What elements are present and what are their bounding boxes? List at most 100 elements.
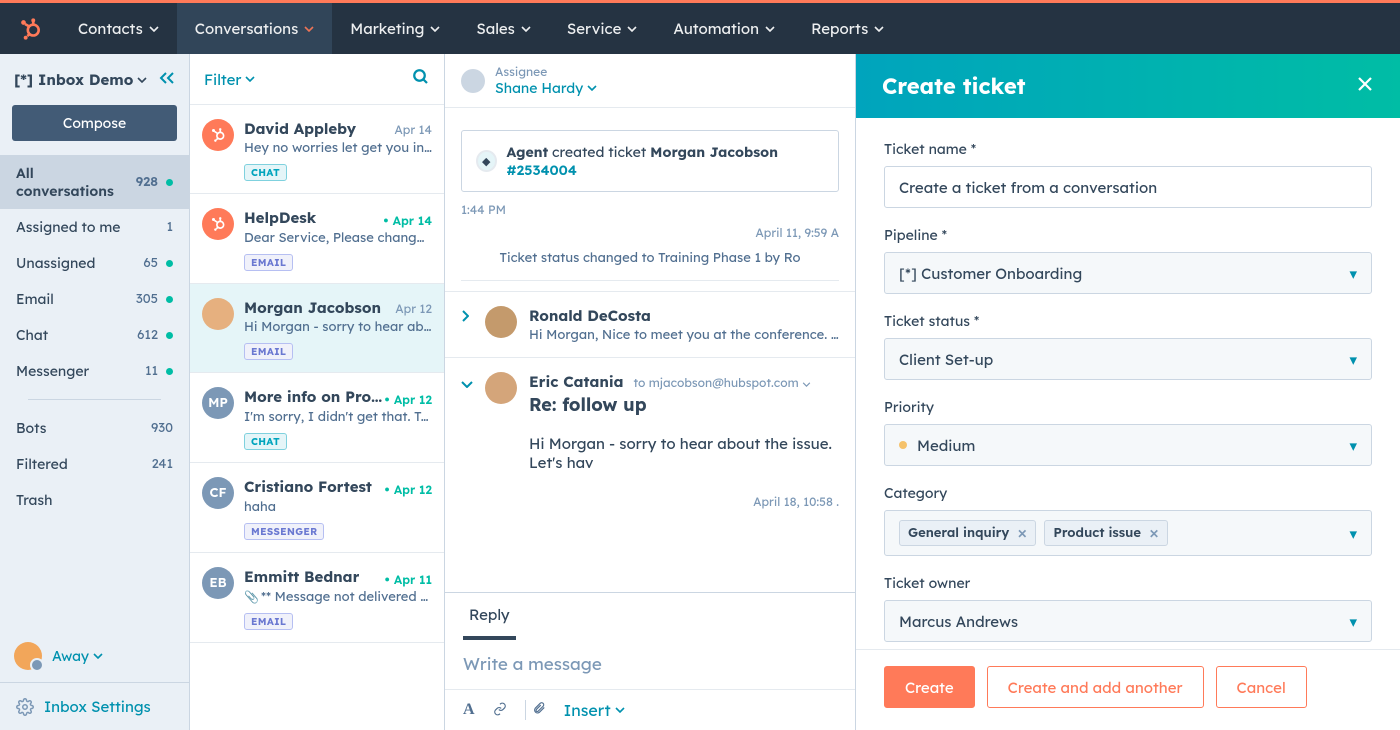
conversation-preview: Hey no worries let get you in cont…: [244, 140, 432, 156]
category-select[interactable]: General inquiry✕Product issue✕ ▾: [884, 510, 1372, 556]
remove-tag-icon[interactable]: ✕: [1017, 526, 1027, 541]
sidebar-item-assigned-to-me[interactable]: Assigned to me1: [0, 209, 189, 245]
nav-sales[interactable]: Sales: [458, 3, 548, 54]
attachment-icon[interactable]: [532, 700, 546, 720]
nav-service[interactable]: Service: [549, 3, 656, 54]
conversation-date: Apr 12: [384, 392, 432, 407]
pipeline-select[interactable]: [*] Customer Onboarding▾: [884, 252, 1372, 294]
status-label: Ticket status *: [884, 312, 1372, 330]
conversation-item[interactable]: HelpDesk Apr 14 Dear Service, Please cha…: [190, 194, 444, 284]
conversation-preview: Hi Morgan - sorry to hear about th…: [244, 319, 432, 335]
status-select[interactable]: Client Set-up▾: [884, 338, 1372, 380]
sender-avatar: [485, 372, 517, 404]
collapse-sidebar-icon[interactable]: [159, 70, 175, 89]
toolbar-divider: [525, 700, 526, 720]
sidebar-item-messenger[interactable]: Messenger 11: [0, 353, 189, 389]
sidebar-item-filtered[interactable]: Filtered241: [0, 446, 189, 482]
message-body: Hi Morgan - sorry to hear about the issu…: [529, 434, 839, 472]
compose-button[interactable]: Compose: [12, 105, 177, 141]
sender-name: Ronald DeCosta: [529, 306, 839, 325]
date-separator: April 18, 10:58 .: [461, 494, 839, 509]
ticket-link[interactable]: #2534004: [507, 161, 577, 179]
folder-count: 305: [136, 291, 158, 307]
folder-label: Trash: [16, 491, 52, 509]
cancel-button[interactable]: Cancel: [1216, 666, 1307, 708]
nav-contacts[interactable]: Contacts: [60, 3, 177, 54]
chevron-down-icon[interactable]: [461, 372, 475, 472]
attachment-icon: 📎: [244, 589, 259, 604]
channel-badge: CHAT: [244, 433, 287, 450]
inbox-settings-link[interactable]: Inbox Settings: [0, 682, 189, 730]
conversation-item[interactable]: EB Emmitt Bednar Apr 11 📎** Message not …: [190, 553, 444, 643]
create-and-add-button[interactable]: Create and add another: [987, 666, 1204, 708]
conversation-name: HelpDesk: [244, 208, 316, 227]
conversation-avatar: [202, 298, 234, 330]
tab-reply[interactable]: Reply: [463, 593, 516, 640]
filter-label: Filter: [204, 70, 241, 89]
message-snippet: Hi Morgan, Nice to meet you at the confe…: [529, 327, 839, 343]
sidebar-item-email[interactable]: Email 305: [0, 281, 189, 317]
folder-label: Filtered: [16, 455, 68, 473]
conversation-name: Emmitt Bednar: [244, 567, 359, 586]
priority-select[interactable]: Medium▾: [884, 424, 1372, 466]
recipient[interactable]: to mjacobson@hubspot.com: [633, 375, 811, 390]
agent-label: Agent: [507, 143, 549, 161]
assignee-label: Assignee: [495, 64, 597, 79]
remove-tag-icon[interactable]: ✕: [1149, 526, 1159, 541]
inbox-switcher[interactable]: [*] Inbox Demo: [0, 54, 189, 99]
priority-label: Priority: [884, 398, 1372, 416]
conversation-preview: I'm sorry, I didn't get that. Try aga…: [244, 409, 432, 425]
unread-dot-icon: [166, 332, 173, 339]
message-subject: Re: follow up: [529, 393, 839, 416]
sidebar-item-all-conversations[interactable]: All conversations928: [0, 155, 189, 209]
insert-label: Insert: [564, 700, 611, 720]
nav-marketing[interactable]: Marketing: [332, 3, 458, 54]
create-button[interactable]: Create: [884, 666, 975, 708]
folder-count: 930: [151, 420, 173, 436]
conversation-item[interactable]: Morgan Jacobson Apr 12 Hi Morgan - sorry…: [190, 284, 444, 373]
folder-count: 11: [145, 363, 158, 379]
ticket-name-input[interactable]: Create a ticket from a conversation: [884, 166, 1372, 208]
conversation-item[interactable]: David Appleby Apr 14 Hey no worries let …: [190, 105, 444, 194]
link-icon[interactable]: [493, 700, 507, 720]
conversation-date: Apr 14: [394, 122, 432, 137]
sidebar-item-unassigned[interactable]: Unassigned65: [0, 245, 189, 281]
system-ticket-created: ◆ Agent created ticket Morgan Jacobson #…: [461, 130, 839, 192]
font-icon[interactable]: A: [463, 701, 475, 719]
pipeline-label: Pipeline *: [884, 226, 1372, 244]
hubspot-logo[interactable]: [0, 16, 60, 42]
conversation-item[interactable]: MP More info on Produ… Apr 12 I'm sorry,…: [190, 373, 444, 463]
assignee-dropdown[interactable]: Shane Hardy: [495, 79, 597, 97]
conversation-name: Morgan Jacobson: [244, 298, 381, 317]
presence-toggle[interactable]: Away: [0, 630, 189, 682]
owner-select[interactable]: Marcus Andrews▾: [884, 600, 1372, 642]
sidebar-item-trash[interactable]: Trash: [0, 482, 189, 518]
panel-title: Create ticket: [882, 72, 1025, 100]
nav-label: Sales: [476, 19, 514, 38]
search-icon[interactable]: [412, 68, 430, 90]
conversation-item[interactable]: CF Cristiano Fortest Apr 12 haha MESSENG…: [190, 463, 444, 553]
folder-label: Messenger: [16, 362, 89, 380]
compose-input[interactable]: Write a message: [463, 654, 837, 675]
presence-state: Away: [52, 647, 103, 665]
message-collapsed[interactable]: Ronald DeCosta Hi Morgan, Nice to meet y…: [445, 291, 855, 357]
conversation-avatar: EB: [202, 567, 234, 599]
unread-dot-icon: [166, 179, 173, 186]
close-icon[interactable]: [1356, 75, 1374, 97]
settings-label: Inbox Settings: [44, 697, 151, 716]
chevron-right-icon[interactable]: [461, 306, 475, 343]
unread-dot-icon: [166, 296, 173, 303]
folder-label: Email: [16, 290, 54, 308]
unread-dot-icon: [166, 260, 173, 267]
nav-automation[interactable]: Automation: [655, 3, 793, 54]
nav-conversations[interactable]: Conversations: [177, 3, 333, 54]
conversation-list: Filter David Appleby Apr 14 Hey no worri…: [190, 54, 445, 730]
filter-dropdown[interactable]: Filter: [204, 70, 255, 89]
message-expanded: Eric Catania to mjacobson@hubspot.com Re…: [445, 357, 855, 486]
nav-reports[interactable]: Reports: [793, 3, 902, 54]
conversation-date: Apr 14: [383, 213, 432, 228]
sidebar-item-chat[interactable]: Chat612: [0, 317, 189, 353]
sidebar-item-bots[interactable]: Bots930: [0, 410, 189, 446]
folder-label: Unassigned: [16, 254, 95, 272]
insert-dropdown[interactable]: Insert: [564, 700, 625, 720]
